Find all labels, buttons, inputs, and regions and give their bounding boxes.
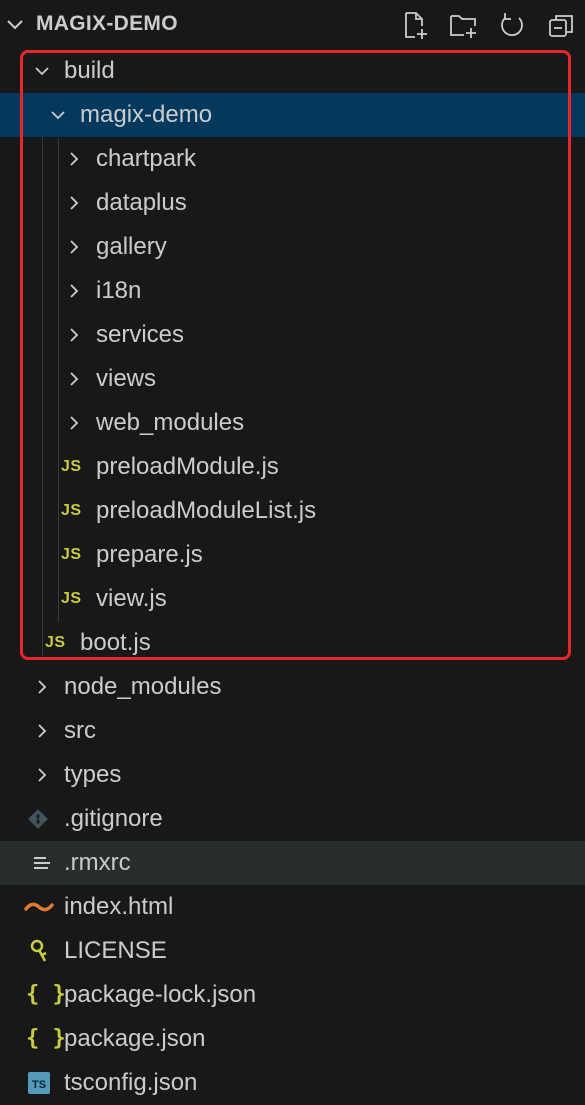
chevron-right-icon (70, 372, 79, 386)
chevron-right-icon (70, 416, 79, 430)
refresh-icon[interactable] (497, 10, 527, 40)
tree-item-package-lock[interactable]: { } package-lock.json (0, 973, 585, 1017)
tree-item-dataplus[interactable]: dataplus (0, 181, 585, 225)
collapse-all-icon[interactable] (546, 10, 576, 40)
tree-item-view[interactable]: JS view.js (0, 577, 585, 621)
tree-item-prepare[interactable]: JS prepare.js (0, 533, 585, 577)
chevron-right-icon (38, 680, 47, 694)
explorer-header[interactable]: MAGIX-DEMO (0, 0, 585, 50)
chevron-right-icon (38, 724, 47, 738)
tree-item-label: types (64, 761, 122, 788)
tree-item-label: build (64, 57, 115, 84)
tree-item-label: index.html (64, 893, 174, 920)
lines-icon (34, 857, 50, 869)
tree-item-build[interactable]: build (0, 49, 585, 93)
chevron-right-icon (38, 768, 47, 782)
tree-item-label: i18n (96, 277, 142, 304)
tree-item-label: views (96, 365, 157, 392)
tree-item-label: node_modules (64, 673, 222, 700)
tree-item-boot[interactable]: JS boot.js (0, 621, 585, 665)
tree-item-services[interactable]: services (0, 313, 585, 357)
tree-item-views[interactable]: views (0, 357, 585, 401)
ts-file-icon: TS (28, 1072, 50, 1094)
chevron-right-icon (70, 196, 79, 210)
new-folder-icon[interactable] (448, 10, 478, 40)
tree-item-label: src (64, 717, 96, 744)
tree-item-web-modules[interactable]: web_modules (0, 401, 585, 445)
tree-item-label: preloadModule.js (96, 453, 279, 480)
git-icon (28, 809, 48, 829)
chevron-down-icon (35, 67, 49, 76)
js-file-icon: JS (61, 458, 82, 475)
chevron-down-icon[interactable] (4, 14, 26, 36)
chevron-right-icon (70, 284, 79, 298)
js-file-icon: JS (61, 502, 82, 519)
tree-item-label: services (96, 321, 185, 348)
tree-item-chartpark[interactable]: chartpark (0, 137, 585, 181)
tree-item-label: prepare.js (96, 541, 203, 568)
tree-item-license[interactable]: LICENSE (0, 929, 585, 973)
tree-item-gitignore[interactable]: .gitignore (0, 797, 585, 841)
tree-item-rmxrc[interactable]: .rmxrc (0, 841, 585, 885)
tree-item-label: .rmxrc (64, 849, 131, 876)
tree-item-gallery[interactable]: gallery (0, 225, 585, 269)
explorer-title: MAGIX-DEMO (36, 12, 178, 35)
js-file-icon: JS (61, 590, 82, 607)
tree-item-label: package-lock.json (64, 981, 257, 1008)
tree-item-magix-demo[interactable]: magix-demo (0, 93, 585, 137)
tree-item-index-html[interactable]: index.html (0, 885, 585, 929)
tree-item-label: gallery (96, 233, 167, 260)
js-file-icon: JS (45, 634, 66, 651)
tree-item-label: magix-demo (80, 101, 213, 128)
json-icon: { } (26, 1026, 66, 1051)
chevron-right-icon (70, 152, 79, 166)
chevron-right-icon (70, 240, 79, 254)
tree-item-tsconfig[interactable]: TS tsconfig.json (0, 1061, 585, 1105)
tree-item-src[interactable]: src (0, 709, 585, 753)
tree-item-label: chartpark (96, 145, 197, 172)
tree-item-label: preloadModuleList.js (96, 497, 317, 524)
tree-item-label: boot.js (80, 629, 151, 656)
tree-item-label: .gitignore (64, 805, 163, 832)
tree-item-label: tsconfig.json (64, 1069, 198, 1096)
tree-item-label: dataplus (96, 189, 187, 216)
tree-item-node-modules[interactable]: node_modules (0, 665, 585, 709)
new-file-icon[interactable] (400, 10, 430, 40)
tree-item-i18n[interactable]: i18n (0, 269, 585, 313)
json-icon: { } (26, 982, 66, 1007)
js-file-icon: JS (61, 546, 82, 563)
chevron-right-icon (70, 328, 79, 342)
tree-item-types[interactable]: types (0, 753, 585, 797)
key-icon (30, 939, 47, 962)
tree-item-label: web_modules (96, 409, 245, 436)
chevron-down-icon (51, 111, 65, 120)
tree-item-label: package.json (64, 1025, 206, 1052)
tree-item-label: view.js (96, 585, 167, 612)
tree-item-preloadmodule[interactable]: JS preloadModule.js (0, 445, 585, 489)
html-icon (24, 902, 54, 912)
tree-item-package-json[interactable]: { } package.json (0, 1017, 585, 1061)
tree-item-label: LICENSE (64, 937, 167, 964)
tree-item-preloadmodulelist[interactable]: JS preloadModuleList.js (0, 489, 585, 533)
